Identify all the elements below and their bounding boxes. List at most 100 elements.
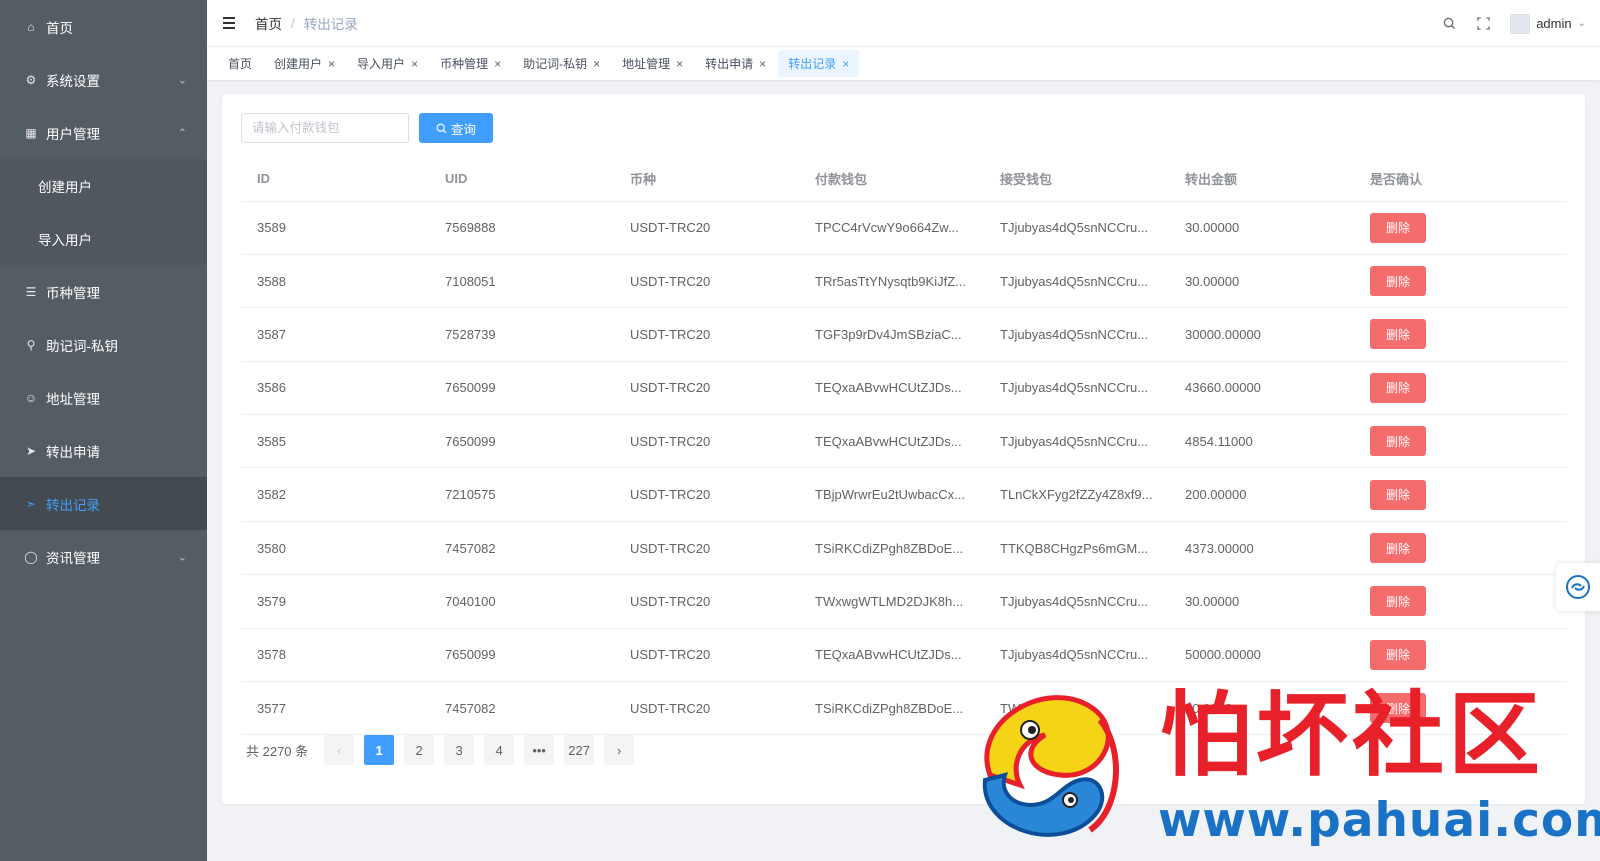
cell-from: TEQxaABvwHCUtZJDs... — [799, 361, 984, 416]
sliders-icon: ☰ — [25, 284, 37, 299]
sidebar-item-label: 创建用户 — [38, 179, 92, 195]
cell-amount: 20.0000 — [1169, 681, 1354, 736]
sidebar-item-6[interactable]: ⚲ 助记词-私钥 — [0, 318, 207, 371]
cell-from: TRr5asTtYNysqtb9KiJfZ... — [799, 254, 984, 309]
next-page-button[interactable]: › — [604, 735, 635, 765]
table-row: 3577 7457082 USDT-TRC20 TSiRKCdiZPgh8ZBDoE.… — [241, 681, 1567, 736]
username: admin — [1536, 16, 1572, 31]
cell-actions: 删除 — [1354, 307, 1567, 362]
cell-to: TTKQB8CHgzPs6mGM... — [984, 521, 1169, 576]
sidebar-item-5[interactable]: ☰ 币种管理 — [0, 265, 207, 318]
sidebar-item-label: 助记词-私钥 — [46, 338, 118, 354]
cell-amount: 30.00000 — [1169, 574, 1354, 629]
cell-from: TSiRKCdiZPgh8ZBDoE... — [799, 681, 984, 736]
page-button[interactable]: 1 — [364, 735, 395, 765]
cell-coin: USDT-TRC20 — [614, 414, 799, 469]
prev-page-button[interactable]: ‹ — [324, 735, 355, 765]
delete-button[interactable]: 删除 — [1370, 266, 1426, 297]
cell-to: TWub...ues... — [984, 681, 1169, 736]
delete-button[interactable]: 删除 — [1370, 319, 1426, 350]
sidebar-item-label: 首页 — [46, 20, 73, 36]
page-button[interactable]: 4 — [484, 735, 515, 765]
close-icon[interactable]: × — [842, 57, 849, 71]
cell-actions: 删除 — [1354, 521, 1567, 576]
tag-6[interactable]: 转出申请 × — [695, 50, 776, 77]
rocket-icon: ➤ — [25, 443, 37, 458]
query-button[interactable]: 查询 — [419, 113, 493, 143]
tag-label: 地址管理 — [622, 57, 671, 71]
close-icon[interactable]: × — [593, 57, 600, 71]
sidebar-item-7[interactable]: ☺ 地址管理 — [0, 371, 207, 424]
tag-label: 转出申请 — [705, 57, 754, 71]
tag-2[interactable]: 导入用户 × — [347, 50, 428, 77]
cell-actions: 删除 — [1354, 467, 1567, 522]
breadcrumb-home[interactable]: 首页 — [255, 13, 282, 33]
floating-assistant-button[interactable] — [1556, 563, 1600, 611]
page-button[interactable]: 3 — [444, 735, 475, 765]
sidebar-item-3[interactable]: 创建用户 — [0, 159, 207, 212]
wallet-search-input[interactable] — [241, 113, 409, 143]
search-icon[interactable] — [1442, 17, 1456, 31]
page-button[interactable]: 227 — [564, 735, 595, 765]
tag-4[interactable]: 助记词-私钥 × — [513, 50, 610, 77]
cell-id: 3585 — [241, 414, 429, 469]
column-header: 币种 — [614, 156, 799, 202]
refresh-circle-icon — [1566, 575, 1590, 599]
hamburger-icon[interactable] — [223, 17, 235, 29]
cell-to: TJjubyas4dQ5snNCCru... — [984, 414, 1169, 469]
sidebar-item-8[interactable]: ➤ 转出申请 — [0, 424, 207, 477]
pagination-total: 共 2270 条 — [246, 743, 309, 759]
tag-1[interactable]: 创建用户 × — [264, 50, 345, 77]
cell-from: TSiRKCdiZPgh8ZBDoE... — [799, 521, 984, 576]
more-pages-button[interactable]: ••• — [524, 735, 555, 765]
close-icon[interactable]: × — [328, 57, 335, 71]
cell-amount: 4854.11000 — [1169, 414, 1354, 469]
grid-icon: ▦ — [25, 125, 37, 140]
delete-button[interactable]: 删除 — [1370, 372, 1426, 403]
cell-coin: USDT-TRC20 — [614, 574, 799, 629]
close-icon[interactable]: × — [759, 57, 766, 71]
column-header: ID — [241, 156, 429, 202]
table-row: 3578 7650099 USDT-TRC20 TEQxaABvwHCUtZJDs..… — [241, 628, 1567, 683]
sidebar-item-10[interactable]: ◯ 资讯管理 ⌄ — [0, 530, 207, 583]
close-icon[interactable]: × — [411, 57, 418, 71]
sidebar-item-9[interactable]: ➣ 转出记录 — [0, 477, 207, 530]
sidebar-item-0[interactable]: ⌂ 首页 — [0, 0, 207, 53]
delete-button[interactable]: 删除 — [1370, 533, 1426, 564]
sidebar-item-4[interactable]: 导入用户 — [0, 212, 207, 265]
column-header: 转出金额 — [1169, 156, 1354, 202]
sidebar-item-2[interactable]: ▦ 用户管理 ⌃ — [0, 106, 207, 159]
delete-button[interactable]: 删除 — [1370, 639, 1426, 670]
sidebar-item-label: 地址管理 — [46, 391, 100, 407]
tag-7[interactable]: 转出记录 × — [778, 50, 860, 77]
delete-button[interactable]: 删除 — [1370, 586, 1426, 617]
breadcrumb: 首页 / 转出记录 — [255, 13, 358, 33]
tag-3[interactable]: 币种管理 × — [430, 50, 511, 77]
key-icon: ⚲ — [26, 337, 36, 352]
cell-uid: 7457082 — [429, 521, 614, 576]
sidebar: ⌂ 首页 ⚙ 系统设置 ⌄ ▦ 用户管理 ⌃ 创建用户导入用户 ☰ 币种管理 ⚲ 助记词-私钥 ☺ 地址管理… — [0, 0, 207, 861]
fullscreen-icon[interactable] — [1476, 17, 1490, 31]
delete-button[interactable]: 删除 — [1370, 212, 1426, 243]
table-row: 3589 7569888 USDT-TRC20 TPCC4rVcwY9o664Zw..… — [241, 201, 1567, 255]
cell-amount: 50000.00000 — [1169, 628, 1354, 683]
delete-button[interactable]: 删除 — [1370, 693, 1426, 724]
user-menu[interactable]: admin ⌄ — [1510, 13, 1586, 34]
delete-button[interactable]: 删除 — [1370, 426, 1426, 457]
close-icon[interactable]: × — [494, 57, 501, 71]
avatar — [1510, 13, 1531, 34]
chat-icon: ◯ — [24, 549, 38, 564]
close-icon[interactable]: × — [676, 57, 683, 71]
sidebar-item-1[interactable]: ⚙ 系统设置 ⌄ — [0, 53, 207, 106]
tag-label: 首页 — [228, 57, 253, 71]
breadcrumb-separator: / — [291, 15, 295, 31]
cell-uid: 7528739 — [429, 307, 614, 362]
page-button[interactable]: 2 — [404, 735, 435, 765]
cell-from: TBjpWrwrEu2tUwbacCx... — [799, 467, 984, 522]
sidebar-item-label: 资讯管理 — [46, 550, 100, 566]
top-header: 首页 / 转出记录 admin ⌄ — [207, 0, 1600, 47]
tag-5[interactable]: 地址管理 × — [612, 50, 693, 77]
cell-from: TEQxaABvwHCUtZJDs... — [799, 628, 984, 683]
delete-button[interactable]: 删除 — [1370, 479, 1426, 510]
tag-0[interactable]: 首页 — [218, 50, 262, 77]
